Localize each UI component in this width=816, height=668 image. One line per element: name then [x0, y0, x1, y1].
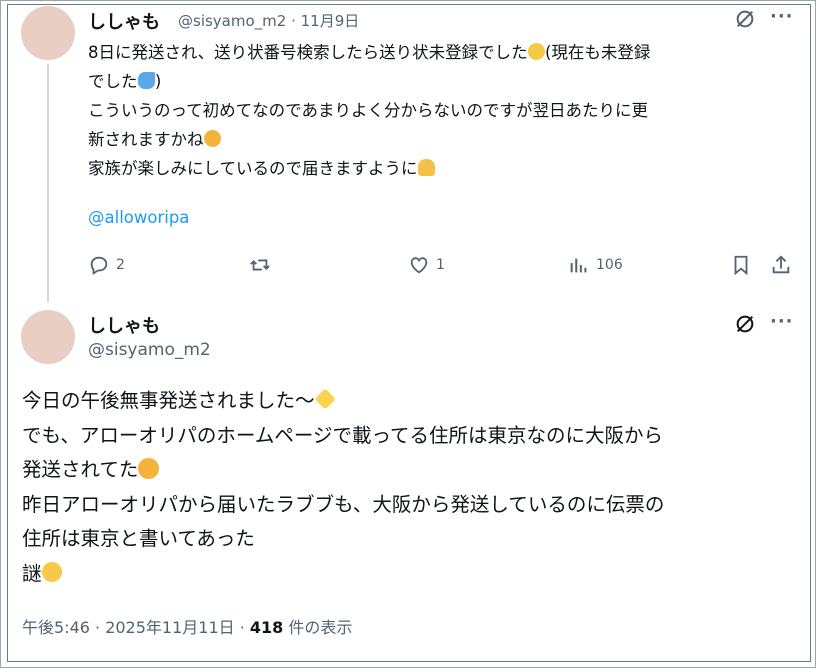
- text-segment: 今日の午後無事発送されました〜: [22, 389, 315, 412]
- more-options-icon[interactable]: ···: [770, 6, 794, 27]
- mention-link[interactable]: @alloworipa: [88, 208, 189, 227]
- repost-button[interactable]: [248, 254, 272, 276]
- reply-icon: [90, 256, 108, 275]
- text-segment: でした: [88, 72, 138, 91]
- like-button[interactable]: 1: [408, 254, 445, 276]
- tweet-line: でした): [88, 67, 788, 96]
- tweet-text: 8日に発送され、送り状番号検索したら送り状未登録でした (現在も未登録 でした) …: [88, 38, 788, 183]
- share-icon: [772, 255, 790, 274]
- folded-hands-icon: [417, 159, 435, 177]
- more-options-icon[interactable]: ···: [770, 311, 794, 332]
- view-count: 106: [596, 257, 623, 273]
- tweet-line: こういうのって初めてなのであまりよく分からないのですが翌日あたりに更: [88, 101, 649, 120]
- text-segment: 謎: [22, 561, 42, 585]
- thread-connector-line: [47, 64, 49, 302]
- analytics-icon: [570, 258, 587, 273]
- author-name[interactable]: ししゃも: [88, 8, 160, 34]
- tweet-line: 昨日アローオリパから届いたラブブも、大阪から発送しているのに伝票の: [22, 492, 665, 516]
- avatar[interactable]: [21, 6, 75, 60]
- text-segment: 家族が楽しみにしているので届きますように: [88, 159, 418, 178]
- tweet-line: 住所は東京と書いてあった: [22, 527, 255, 550]
- text-segment: 発送されてた: [22, 458, 139, 481]
- thinking-face-icon: [203, 130, 221, 148]
- bookmark-icon: [734, 255, 748, 276]
- post-timestamp[interactable]: 午後5:46 · 2025年11月11日 ·: [22, 618, 250, 637]
- avatar[interactable]: [21, 310, 75, 364]
- text-segment: ): [154, 72, 162, 91]
- post-date[interactable]: 11月9日: [301, 12, 360, 30]
- author-meta: @sisyamo_m2 · 11月9日: [178, 10, 359, 31]
- text-segment: 新されますかね: [88, 130, 204, 149]
- sweat-droplets-icon: [137, 72, 155, 90]
- pleading-face-icon: [527, 43, 545, 61]
- post-footer: 午後5:46 · 2025年11月11日 · 418 件の表示: [22, 614, 352, 638]
- tweet-line: 家族が楽しみにしているので届きますように: [88, 154, 788, 183]
- tweet-text: 今日の午後無事発送されました〜 でも、アローオリパのホームページで載ってる住所は…: [22, 384, 802, 591]
- tweet-line: でも、アローオリパのホームページで載ってる住所は東京なのに大阪から: [22, 423, 663, 447]
- author-name[interactable]: ししゃも: [88, 312, 160, 338]
- grok-icon[interactable]: [734, 8, 756, 30]
- views-button[interactable]: 106: [568, 254, 623, 276]
- reply-button[interactable]: 2: [88, 254, 125, 276]
- tweet-line: 新されますかね: [88, 125, 788, 154]
- author-handle[interactable]: @sisyamo_m2: [178, 12, 286, 30]
- expressionless-face-icon: [41, 561, 62, 583]
- grok-icon[interactable]: [734, 313, 756, 335]
- bookmark-button[interactable]: [730, 254, 752, 276]
- view-count: 418: [249, 618, 284, 637]
- views-label: 件の表示: [283, 618, 353, 637]
- text-segment: (現在も未登録: [544, 43, 651, 62]
- tweet-line: 今日の午後無事発送されました〜: [22, 384, 802, 419]
- text-segment: 8日に発送され、送り状番号検索したら送り状未登録でした: [88, 43, 528, 62]
- share-button[interactable]: [770, 254, 792, 276]
- heart-icon: [410, 257, 428, 274]
- author-handle[interactable]: @sisyamo_m2: [88, 340, 211, 360]
- sparkles-icon: [313, 388, 336, 411]
- tweet-line: 発送されてた: [22, 453, 802, 488]
- like-count: 1: [436, 257, 445, 273]
- repost-icon: [250, 259, 270, 271]
- reply-count: 2: [116, 257, 125, 273]
- tweet-line: 謎: [22, 557, 802, 592]
- tweet-line: 8日に発送され、送り状番号検索したら送り状未登録でした (現在も未登録: [88, 38, 788, 67]
- meta-separator: ·: [291, 12, 301, 30]
- thinking-face-icon: [138, 458, 159, 479]
